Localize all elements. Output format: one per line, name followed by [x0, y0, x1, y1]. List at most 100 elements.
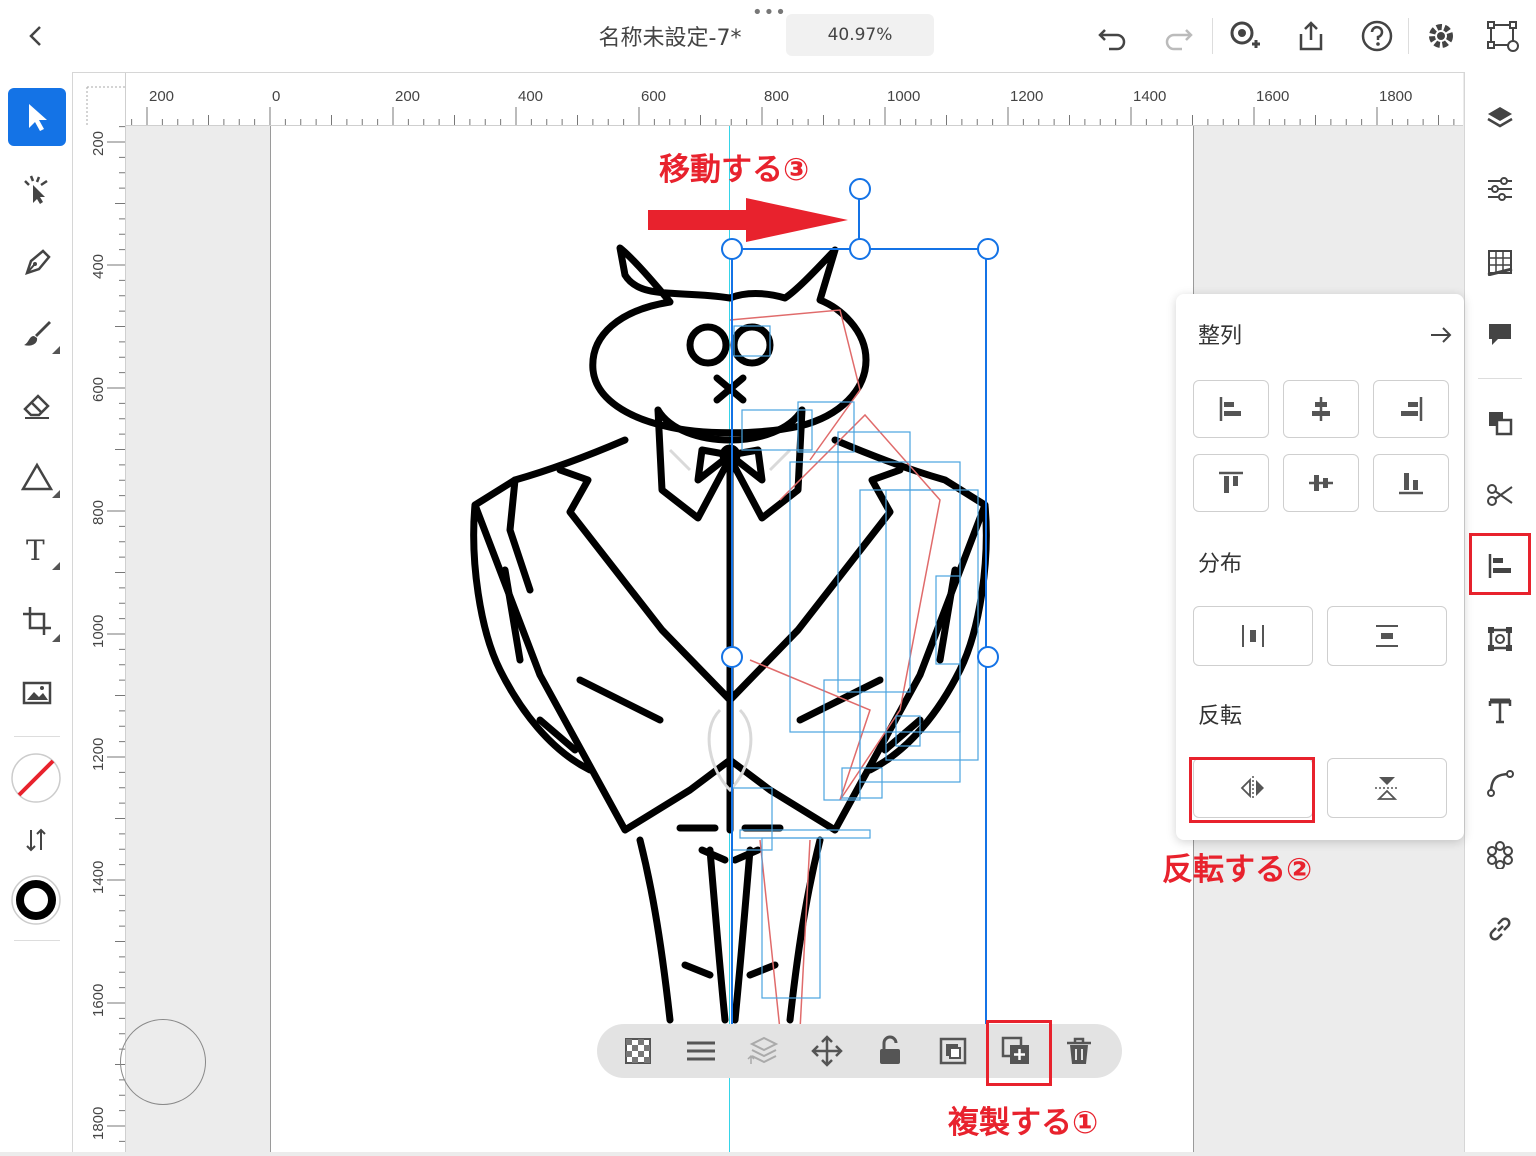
align-top-icon — [1219, 471, 1243, 493]
ruler-label: 400 — [90, 254, 107, 279]
ruler-label: 1600 — [1256, 88, 1289, 105]
align-top-button[interactable] — [1193, 454, 1269, 512]
libraries-icon[interactable] — [1477, 239, 1523, 285]
divider — [1478, 378, 1522, 379]
tool-flyout-indicator — [52, 490, 60, 498]
comments-icon[interactable] — [1477, 311, 1523, 357]
tool-flyout-indicator — [52, 346, 60, 354]
ruler-label: 1800 — [90, 1107, 107, 1140]
ruler-label: 0 — [272, 88, 280, 105]
transform-icon[interactable] — [1477, 616, 1523, 662]
flip-vertical-button[interactable] — [1327, 758, 1447, 818]
type-panel-icon[interactable] — [1477, 688, 1523, 734]
vertical-ruler[interactable]: 200 400 600 800 1000 1200 1400 1600 1800 — [73, 125, 126, 1152]
move-arrow-annotation — [648, 198, 848, 242]
divider — [1408, 18, 1409, 54]
rotation-handle[interactable] — [849, 178, 871, 200]
selection-bounding-edge — [985, 656, 987, 1024]
ruler-label: 1800 — [1379, 88, 1412, 105]
resize-handle-top[interactable] — [849, 238, 871, 260]
pen-icon[interactable] — [8, 232, 66, 290]
link-icon[interactable] — [1477, 906, 1523, 952]
distribute-vertical-button[interactable] — [1327, 606, 1447, 666]
distribute-title: 分布 — [1198, 552, 1243, 577]
touch-shortcut[interactable] — [120, 1019, 206, 1105]
selection-icon[interactable] — [8, 88, 66, 146]
distribute-horizontal-icon — [1242, 625, 1264, 647]
ruler-label: 600 — [641, 88, 666, 105]
align-right-button[interactable] — [1373, 380, 1449, 438]
flip-title: 反転 — [1198, 704, 1243, 729]
ruler-corner[interactable] — [73, 73, 126, 126]
share-icon[interactable] — [1293, 18, 1329, 54]
distribute-horizontal-button[interactable] — [1193, 606, 1313, 666]
eraser-icon[interactable] — [8, 376, 66, 434]
layers-icon[interactable] — [1477, 95, 1523, 141]
redo-icon[interactable] — [1160, 18, 1196, 54]
text-tool-glyph: T — [26, 534, 45, 565]
ruler-label: 200 — [149, 88, 174, 105]
ruler-label: 1400 — [1133, 88, 1166, 105]
divider — [1212, 18, 1213, 54]
align-center-vertical-icon — [1309, 475, 1333, 491]
ruler-label: 800 — [90, 500, 107, 525]
transparency-icon[interactable] — [621, 1034, 655, 1068]
selection-bounding-edge — [731, 656, 733, 1024]
step3-label: 移動する③ — [659, 152, 810, 188]
fill-swatch[interactable] — [10, 752, 62, 804]
stroke-swatch[interactable] — [10, 874, 62, 926]
swap-colors-icon[interactable] — [22, 826, 50, 854]
align-center-horizontal-icon — [1312, 397, 1330, 421]
ruler-label: 200 — [90, 131, 107, 156]
horizontal-ruler[interactable]: 200 0 200 400 600 800 1000 1200 1400 1600 1800 — [73, 73, 1463, 126]
step1-label: 複製する① — [948, 1105, 1099, 1141]
arrow-right-icon[interactable] — [1428, 322, 1454, 348]
flip-horizontal-highlight — [1189, 757, 1315, 823]
curve-icon[interactable] — [1477, 760, 1523, 806]
resize-handle-top-right[interactable] — [977, 238, 999, 260]
align-bottom-button[interactable] — [1373, 454, 1449, 512]
undo-icon[interactable] — [1095, 18, 1131, 54]
distribute-vertical-icon — [1376, 625, 1398, 647]
invite-icon[interactable] — [1226, 18, 1262, 54]
resize-handle-right[interactable] — [977, 646, 999, 668]
direct-selection-icon[interactable] — [8, 160, 66, 218]
chevron-left-icon[interactable] — [22, 22, 50, 50]
align-left-button[interactable] — [1193, 380, 1269, 438]
group-icon[interactable] — [936, 1034, 970, 1068]
zoom-level[interactable]: 40.97% — [786, 14, 934, 56]
lock-icon[interactable] — [873, 1034, 907, 1068]
selection-bounding-box[interactable] — [731, 248, 987, 656]
document-title[interactable]: 名称未設定-7* — [560, 20, 780, 52]
arrange-icon[interactable] — [1477, 400, 1523, 446]
step2-label: 反転する② — [1162, 852, 1313, 888]
ruler-label: 1400 — [90, 861, 107, 894]
resize-handle-left[interactable] — [721, 646, 743, 668]
align-bottom-icon — [1399, 473, 1423, 495]
align-center-vertical-button[interactable] — [1283, 454, 1359, 512]
preview-icon[interactable] — [1485, 18, 1521, 54]
help-icon[interactable] — [1359, 18, 1395, 54]
delete-icon[interactable] — [1062, 1034, 1096, 1068]
move-icon[interactable] — [810, 1034, 844, 1068]
ruler-label: 1600 — [90, 984, 107, 1017]
flip-vertical-icon — [1375, 777, 1399, 800]
layer-order-icon[interactable] — [747, 1034, 781, 1068]
ruler-label: 1200 — [1010, 88, 1043, 105]
path-icon[interactable] — [1477, 472, 1523, 518]
ruler-label: 200 — [395, 88, 420, 105]
repeat-icon[interactable] — [1477, 832, 1523, 878]
ruler-label: 1000 — [887, 88, 920, 105]
divider — [14, 736, 60, 737]
align-menu-icon[interactable] — [684, 1034, 718, 1068]
image-icon[interactable] — [8, 664, 66, 722]
properties-icon[interactable] — [1477, 166, 1523, 212]
divider — [14, 940, 60, 941]
horizontal-ruler-ticks: 200 0 200 400 600 800 1000 1200 1400 1600 1800 — [85, 88, 1455, 125]
align-center-horizontal-button[interactable] — [1283, 380, 1359, 438]
ruler-label: 1000 — [90, 615, 107, 648]
settings-icon[interactable] — [1423, 18, 1459, 54]
align-icon[interactable] — [1477, 543, 1523, 589]
duplicate-highlight — [986, 1020, 1052, 1086]
top-bar: ••• 名称未設定-7* 40.97% — [0, 0, 1536, 73]
